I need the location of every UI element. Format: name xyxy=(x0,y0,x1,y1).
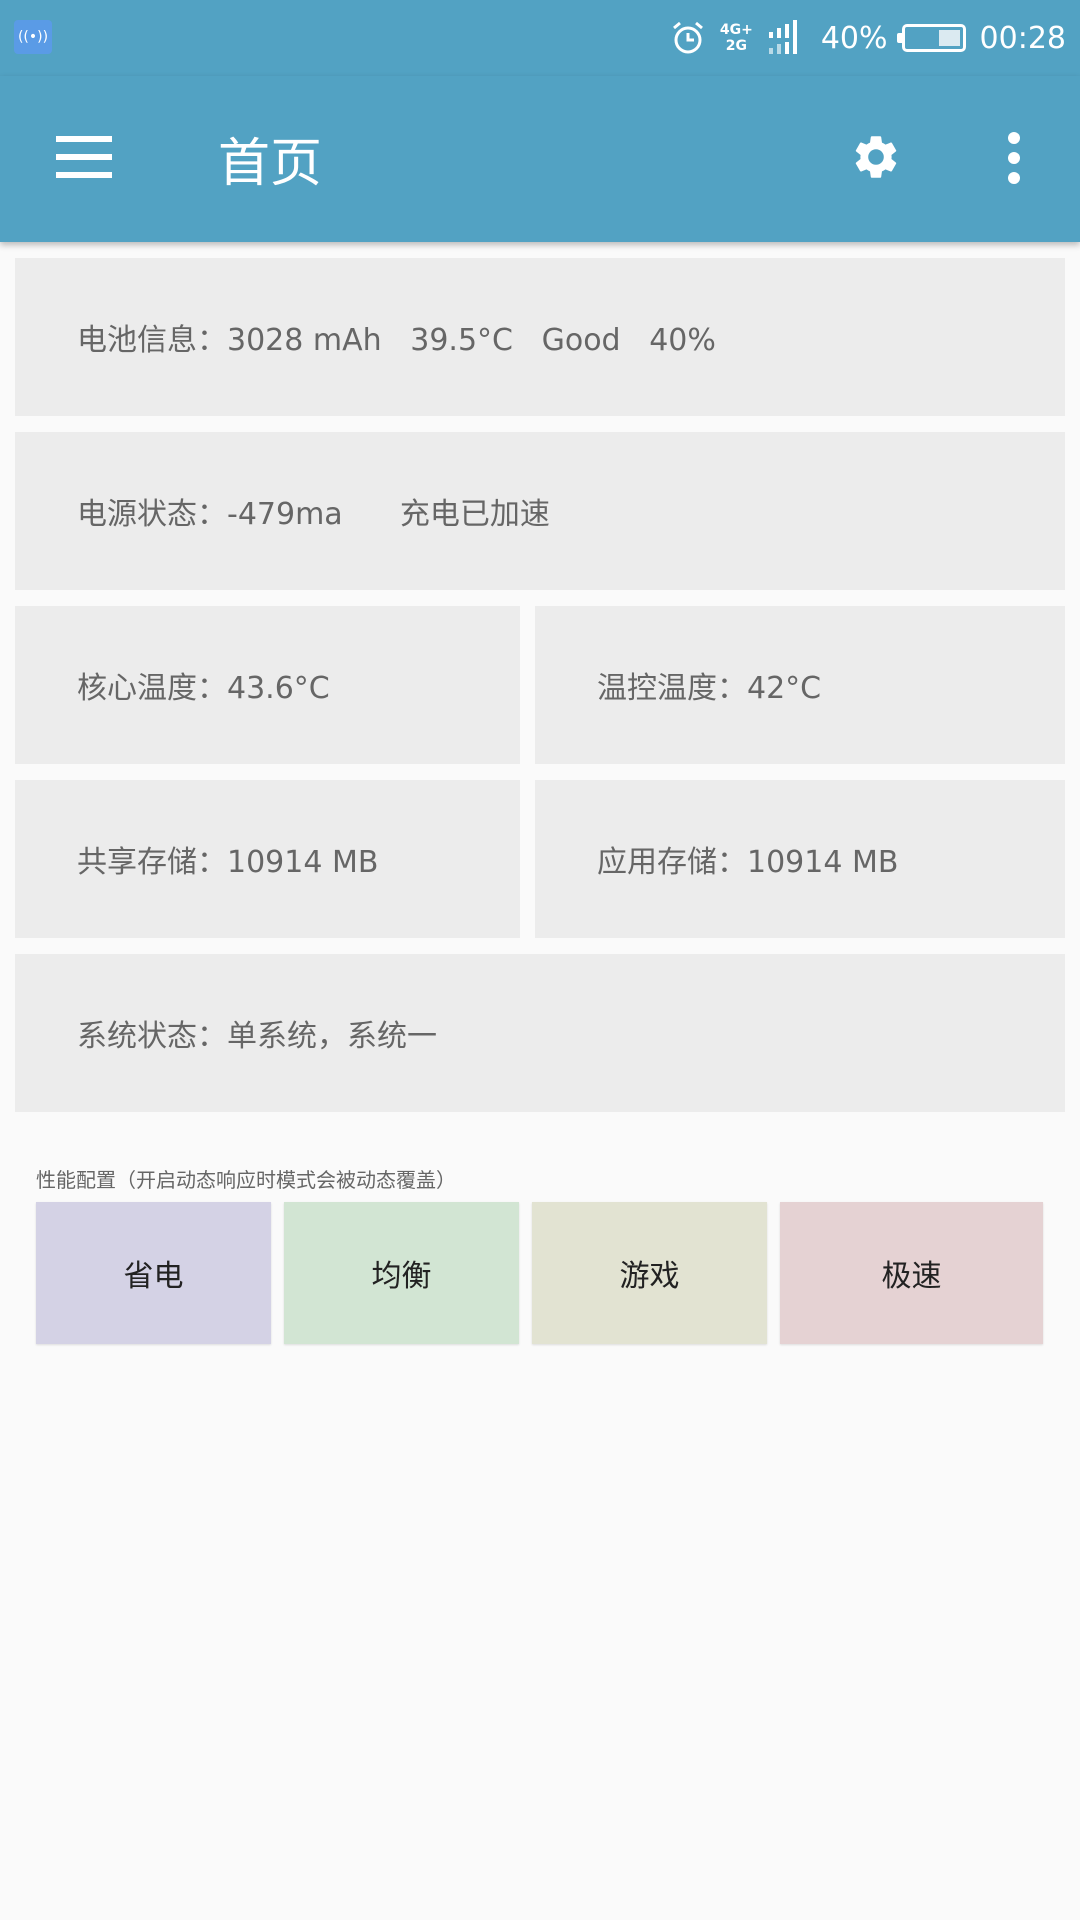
mode-power-saving-button[interactable]: 省电 xyxy=(36,1202,271,1344)
mode-extreme-speed-button[interactable]: 极速 xyxy=(780,1202,1043,1344)
battery-info-text: 电池信息：3028 mAh 39.5°C Good 40% xyxy=(77,323,716,358)
mode-game-button[interactable]: 游戏 xyxy=(532,1202,767,1344)
hotspot-icon: ((•)) xyxy=(14,20,52,54)
alarm-icon xyxy=(672,21,703,54)
core-temp-text: 核心温度：43.6°C xyxy=(77,671,330,706)
power-status-card: 电源状态：-479ma 充电已加速 xyxy=(15,432,1065,590)
status-bar: ((•)) 4G+ 2G 40% 00:28 xyxy=(0,0,1080,76)
more-vert-icon[interactable] xyxy=(1000,132,1028,184)
mode-label: 极速 xyxy=(881,1259,942,1294)
network-type: 4G+ 2G xyxy=(720,22,753,54)
network-bottom-label: 2G xyxy=(725,38,747,54)
menu-icon[interactable] xyxy=(56,136,112,178)
shared-storage-card: 共享存储：10914 MB xyxy=(15,780,520,938)
signal-icon xyxy=(768,20,797,54)
clock: 00:28 xyxy=(979,20,1066,56)
app-storage-text: 应用存储：10914 MB xyxy=(597,845,899,880)
shared-storage-text: 共享存储：10914 MB xyxy=(77,845,379,880)
battery-icon xyxy=(896,24,966,52)
status-bar-right: 4G+ 2G 40% 00:28 xyxy=(670,14,1066,62)
network-top-label: 4G+ xyxy=(719,22,753,38)
mode-label: 省电 xyxy=(123,1259,184,1294)
core-temp-card: 核心温度：43.6°C xyxy=(15,606,520,764)
page-title: 首页 xyxy=(218,134,323,194)
app-storage-card: 应用存储：10914 MB xyxy=(535,780,1065,938)
system-status-text: 系统状态：单系统，系统一 xyxy=(77,1019,437,1054)
thermal-temp-card: 温控温度：42°C xyxy=(535,606,1065,764)
mode-balanced-button[interactable]: 均衡 xyxy=(284,1202,519,1344)
app-bar: 首页 xyxy=(0,76,1080,242)
settings-gear-icon[interactable] xyxy=(850,131,902,183)
system-status-card: 系统状态：单系统，系统一 xyxy=(15,954,1065,1112)
mode-label: 均衡 xyxy=(371,1259,432,1294)
battery-info-card: 电池信息：3028 mAh 39.5°C Good 40% xyxy=(15,258,1065,416)
power-status-text: 电源状态：-479ma 充电已加速 xyxy=(77,497,550,532)
thermal-temp-text: 温控温度：42°C xyxy=(597,671,822,706)
mode-label: 游戏 xyxy=(619,1259,680,1294)
battery-percent: 40% xyxy=(820,20,888,56)
performance-section-label: 性能配置（开启动态响应时模式会被动态覆盖） xyxy=(36,1168,456,1192)
